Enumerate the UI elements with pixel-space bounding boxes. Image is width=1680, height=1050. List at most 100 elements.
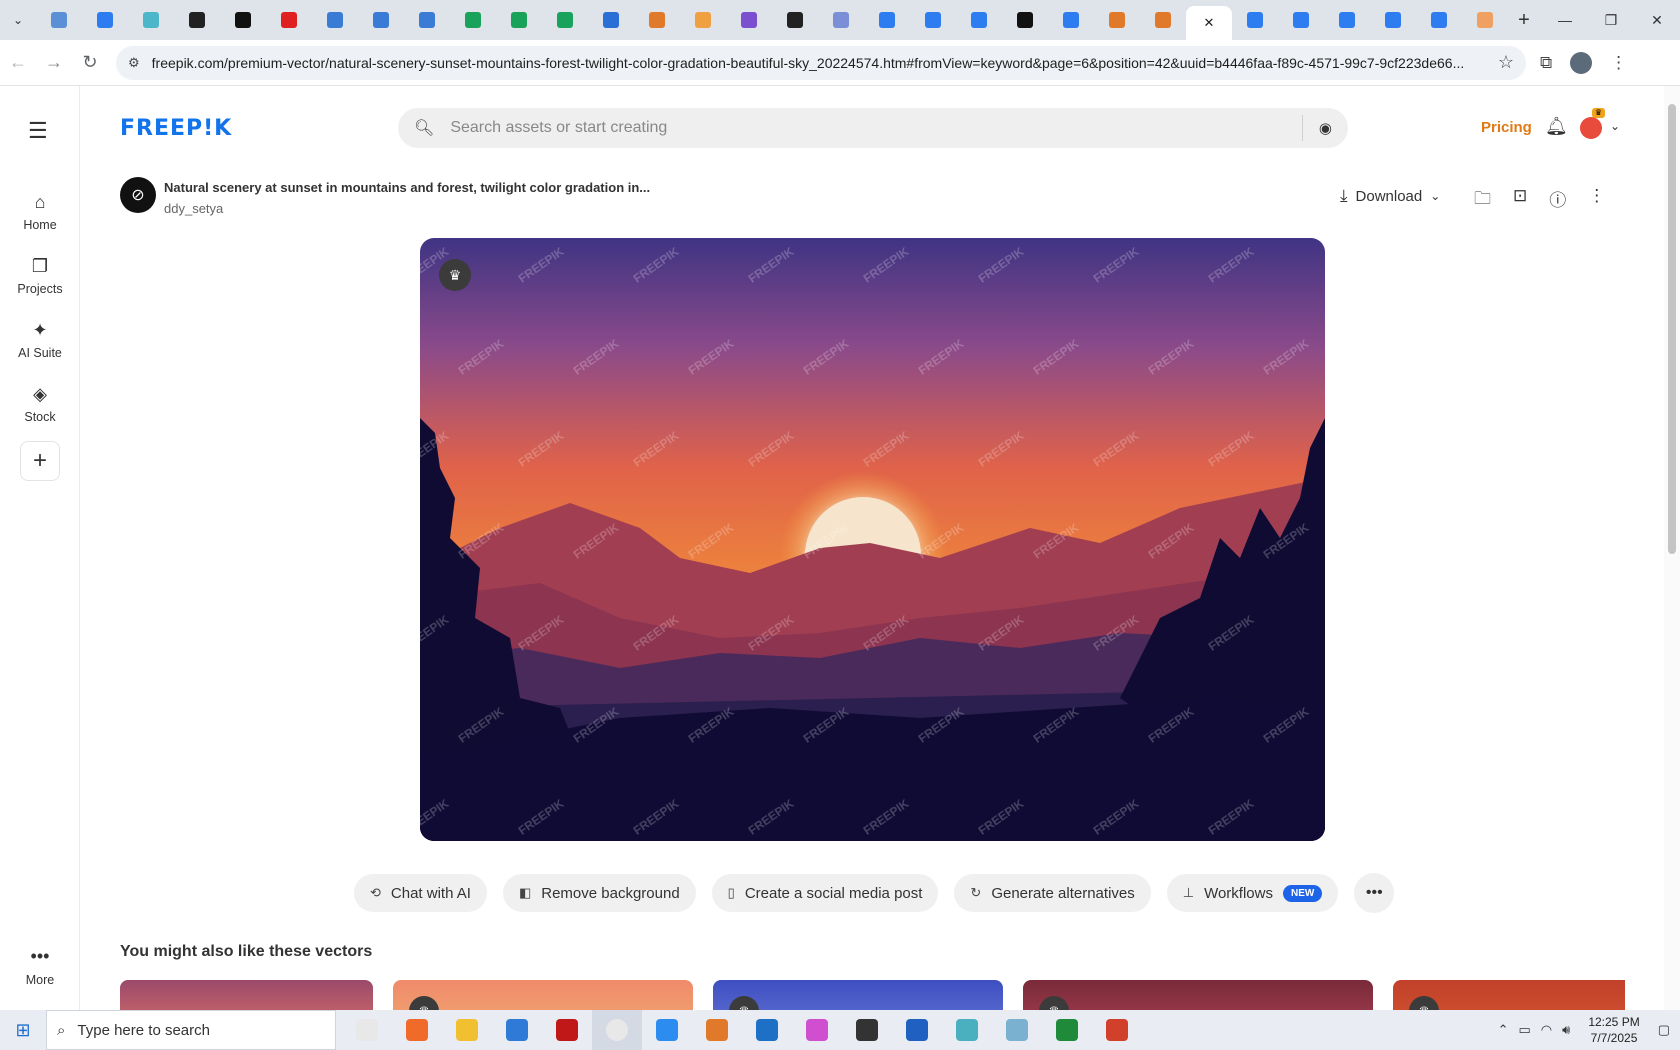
browser-tab[interactable]	[1048, 0, 1094, 40]
network-icon[interactable]: ▭	[1518, 1022, 1530, 1038]
related-thumbnail[interactable]: ♛	[1023, 980, 1373, 1010]
tab-search-button[interactable]: ⌄	[0, 0, 36, 40]
notifications-bell-icon[interactable]: 🔔︎	[1545, 116, 1568, 137]
taskbar-app-icon[interactable]	[342, 1010, 392, 1050]
sidebar-item-ai-suite[interactable]: ✦ AI Suite	[0, 320, 80, 360]
taskbar-app-icon[interactable]	[992, 1010, 1042, 1050]
taskbar-app-icon[interactable]	[842, 1010, 892, 1050]
workflows-button[interactable]: ⊥ Workflows NEW	[1166, 874, 1339, 912]
save-to-collection-icon[interactable]: 🗀︎	[1474, 186, 1491, 215]
taskbar-app-icon[interactable]	[742, 1010, 792, 1050]
browser-tab[interactable]	[450, 0, 496, 40]
asset-author[interactable]: ddy_setya	[164, 201, 223, 216]
bookmark-star-icon[interactable]: ☆	[1498, 52, 1514, 73]
search-bar[interactable]: 🔍︎ ◉	[398, 108, 1348, 148]
browser-tab[interactable]	[1140, 0, 1186, 40]
sidebar-item-home[interactable]: ⌂ Home	[0, 192, 80, 232]
taskbar-search[interactable]: ⌕ Type here to search	[46, 1010, 336, 1050]
browser-tab[interactable]	[1462, 0, 1508, 40]
taskbar-app-icon[interactable]	[442, 1010, 492, 1050]
more-actions-button[interactable]: •••	[1354, 873, 1395, 913]
browser-tab[interactable]	[266, 0, 312, 40]
edit-image-icon[interactable]: ⊡	[1513, 186, 1527, 215]
author-avatar[interactable]: ⊘	[120, 177, 156, 213]
scrollbar-thumb[interactable]	[1668, 104, 1676, 554]
url-text[interactable]: freepik.com/premium-vector/natural-scene…	[152, 55, 1488, 71]
browser-tab[interactable]	[1002, 0, 1048, 40]
browser-tab[interactable]	[312, 0, 358, 40]
more-options-icon[interactable]: ⋮	[1588, 186, 1605, 215]
taskbar-app-icon[interactable]	[1092, 1010, 1142, 1050]
browser-tab[interactable]	[1370, 0, 1416, 40]
browser-tab[interactable]	[1324, 0, 1370, 40]
browser-tab[interactable]	[956, 0, 1002, 40]
remove-background-button[interactable]: ◧ Remove background	[502, 874, 696, 912]
site-info-icon[interactable]: ⚙	[128, 55, 140, 71]
sidebar-item-projects[interactable]: ❐ Projects	[0, 256, 80, 296]
volume-icon[interactable]: 🔊︎	[1562, 1022, 1570, 1038]
tray-chevron-icon[interactable]: ⌃	[1498, 1022, 1509, 1038]
related-thumbnail[interactable]: ♛	[1393, 980, 1625, 1010]
create-social-post-button[interactable]: ▯ Create a social media post	[711, 874, 939, 912]
taskbar-app-icon[interactable]	[892, 1010, 942, 1050]
taskbar-app-icon[interactable]	[592, 1010, 642, 1050]
browser-tab-active[interactable]: ✕	[1186, 6, 1232, 40]
browser-tab[interactable]	[1232, 0, 1278, 40]
taskbar-app-icon[interactable]	[392, 1010, 442, 1050]
extensions-icon[interactable]: ⧉	[1540, 53, 1552, 73]
browser-tab[interactable]	[864, 0, 910, 40]
chat-with-ai-button[interactable]: ⟲ Chat with AI	[354, 874, 487, 912]
forward-button[interactable]: →	[36, 45, 72, 81]
browser-tab[interactable]	[1278, 0, 1324, 40]
browser-tab[interactable]	[82, 0, 128, 40]
sidebar-item-more[interactable]: ••• More	[0, 946, 80, 987]
freepik-logo[interactable]: FREEP!K	[120, 116, 232, 141]
omnibox[interactable]: ⚙ freepik.com/premium-vector/natural-sce…	[116, 45, 1526, 80]
camera-search-icon[interactable]: ◉	[1319, 119, 1332, 137]
wifi-icon[interactable]: ◠	[1541, 1022, 1552, 1038]
browser-tab[interactable]	[358, 0, 404, 40]
taskbar-app-icon[interactable]	[642, 1010, 692, 1050]
browser-tab[interactable]	[726, 0, 772, 40]
browser-tab[interactable]	[680, 0, 726, 40]
browser-tab[interactable]	[634, 0, 680, 40]
back-button[interactable]: ←	[0, 45, 36, 81]
taskbar-clock[interactable]: 12:25 PM 7/7/2025	[1588, 1014, 1639, 1046]
browser-tab[interactable]	[818, 0, 864, 40]
generate-alternatives-button[interactable]: ↻ Generate alternatives	[954, 874, 1151, 912]
chevron-down-icon[interactable]: ⌄	[1610, 119, 1620, 133]
related-thumbnail[interactable]: ♛	[393, 980, 693, 1010]
asset-preview-image[interactable]: FREEPIK FREEPIK FREEPIK FREEPIK FREEPIK FREEP…	[420, 238, 1325, 841]
browser-tab[interactable]	[1416, 0, 1462, 40]
taskbar-app-icon[interactable]	[792, 1010, 842, 1050]
minimize-button[interactable]: —	[1542, 0, 1588, 40]
browser-menu-icon[interactable]: ⋮	[1610, 53, 1627, 73]
browser-tab[interactable]	[542, 0, 588, 40]
browser-profile-avatar[interactable]	[1570, 51, 1593, 74]
new-tab-button[interactable]: +	[1508, 0, 1540, 40]
browser-tab[interactable]	[1094, 0, 1140, 40]
taskbar-app-icon[interactable]	[1042, 1010, 1092, 1050]
reload-button[interactable]: ↻	[72, 45, 108, 81]
browser-tab[interactable]	[496, 0, 542, 40]
download-button[interactable]: ⤓ Download ⌄	[1340, 186, 1440, 206]
hamburger-menu-icon[interactable]: ☰	[28, 118, 48, 144]
browser-tab[interactable]	[128, 0, 174, 40]
info-icon[interactable]: ⓘ	[1549, 186, 1566, 215]
windows-start-icon[interactable]: ⊞	[0, 1010, 46, 1050]
user-avatar[interactable]	[1580, 117, 1602, 139]
browser-tab[interactable]	[910, 0, 956, 40]
notifications-icon[interactable]: ▢	[1658, 1022, 1670, 1038]
pricing-link[interactable]: Pricing	[1481, 119, 1532, 136]
taskbar-app-icon[interactable]	[692, 1010, 742, 1050]
browser-tab[interactable]	[588, 0, 634, 40]
browser-tab[interactable]	[36, 0, 82, 40]
browser-tab[interactable]	[174, 0, 220, 40]
taskbar-app-icon[interactable]	[492, 1010, 542, 1050]
taskbar-app-icon[interactable]	[942, 1010, 992, 1050]
browser-tab[interactable]	[772, 0, 818, 40]
taskbar-app-icon[interactable]	[542, 1010, 592, 1050]
close-window-button[interactable]: ✕	[1634, 0, 1680, 40]
restore-button[interactable]: ❐	[1588, 0, 1634, 40]
sidebar-item-stock[interactable]: ◈ Stock	[0, 384, 80, 424]
